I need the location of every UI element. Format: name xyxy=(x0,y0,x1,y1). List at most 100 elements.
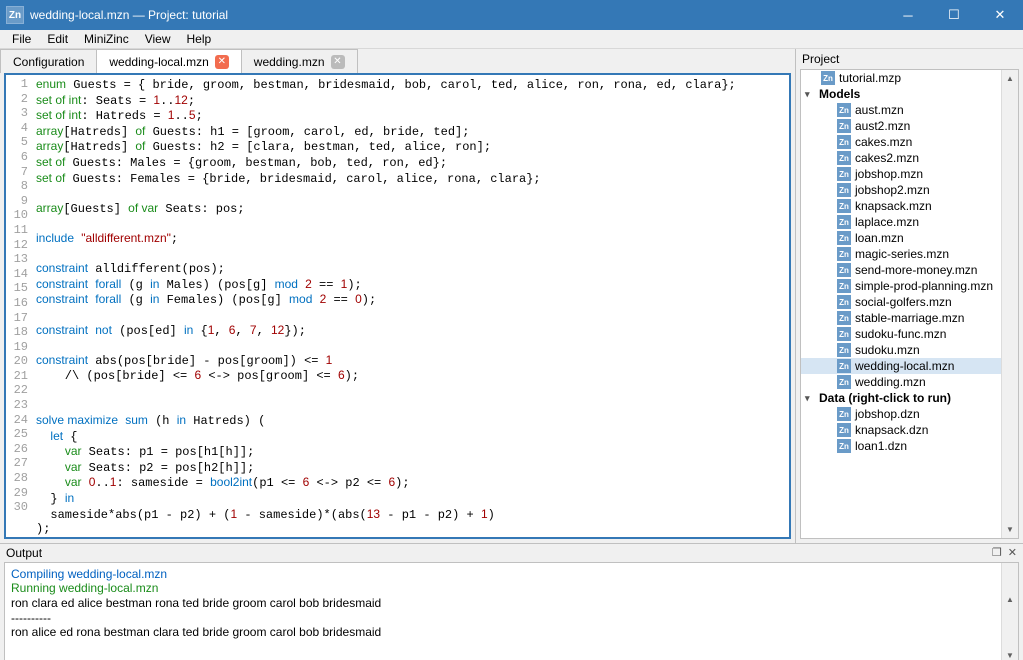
close-button[interactable]: ✕ xyxy=(977,0,1023,30)
file-icon: Zn xyxy=(837,311,851,325)
menu-minizinc[interactable]: MiniZinc xyxy=(76,30,137,48)
tree-item-label: wedding-local.mzn xyxy=(855,359,954,373)
app-icon: Zn xyxy=(6,6,24,24)
tree-item-label: stable-marriage.mzn xyxy=(855,311,964,325)
tree-item-aust2-mzn[interactable]: Znaust2.mzn xyxy=(801,118,1018,134)
tab-close-icon[interactable]: ✕ xyxy=(215,55,229,69)
project-tree[interactable]: Zn tutorial.mzp ▾ Models Zn aust.mznZnaust2.m… xyxy=(800,69,1019,539)
file-icon: Zn xyxy=(837,103,851,117)
tree-item-knapsack-mzn[interactable]: Zn knapsack.mzn xyxy=(801,198,1018,214)
tree-item-sudoku-func-mzn[interactable]: Zn sudoku-func.mzn xyxy=(801,326,1018,342)
tree-item-sudoku-mzn[interactable]: Znsudoku.mzn xyxy=(801,342,1018,358)
tree-item-wedding-mzn[interactable]: Znwedding.mzn xyxy=(801,374,1018,390)
tree-item-label: knapsack.dzn xyxy=(855,423,928,437)
file-icon: Zn xyxy=(837,199,851,213)
file-icon: Zn xyxy=(837,215,851,229)
tree-item-label: laplace.mzn xyxy=(855,215,919,229)
tree-item-label: jobshop.mzn xyxy=(855,167,923,181)
tree-item-label: social-golfers.mzn xyxy=(855,295,952,309)
file-icon: Zn xyxy=(837,119,851,133)
file-icon: Zn xyxy=(837,135,851,149)
menu-edit[interactable]: Edit xyxy=(39,30,76,48)
output-undock-icon[interactable]: ❐ xyxy=(992,546,1002,559)
output-close-icon[interactable]: ✕ xyxy=(1008,546,1017,559)
scroll-down-icon[interactable]: ▼ xyxy=(1002,648,1018,660)
project-scrollbar[interactable]: ▲ ▼ xyxy=(1001,70,1018,538)
output-header: Output ❐ ✕ xyxy=(0,544,1023,562)
file-icon: Zn xyxy=(837,151,851,165)
output-running: Running wedding-local.mzn xyxy=(11,581,158,595)
file-icon: Zn xyxy=(837,423,851,437)
editor-tabstrip: Configurationwedding-local.mzn✕wedding.m… xyxy=(0,49,795,73)
tree-item-jobshop-dzn[interactable]: Znjobshop.dzn xyxy=(801,406,1018,422)
scroll-down-icon[interactable]: ▼ xyxy=(1002,521,1018,538)
tree-item-magic-series-mzn[interactable]: Zn magic-series.mzn xyxy=(801,246,1018,262)
file-icon: Zn xyxy=(837,263,851,277)
tree-item-wedding-local-mzn[interactable]: Zn wedding-local.mzn xyxy=(801,358,1018,374)
tree-item-label: Models xyxy=(819,87,860,101)
tree-item-label: tutorial.mzp xyxy=(839,71,901,85)
output-area[interactable]: Compiling wedding-local.mzn Running wedd… xyxy=(4,562,1019,660)
output-title: Output xyxy=(6,546,42,560)
tab-label: wedding.mzn xyxy=(254,55,325,69)
tree-item-label: sudoku-func.mzn xyxy=(855,327,946,341)
code-editor[interactable]: 1 2 3 4 5 6 7 8 9 10 11 12 13 14 15 16 1… xyxy=(4,73,791,539)
tree-item-label: loan.mzn xyxy=(855,231,904,245)
tree-item-social-golfers-mzn[interactable]: Zn social-golfers.mzn xyxy=(801,294,1018,310)
tab-close-icon[interactable]: ✕ xyxy=(331,55,345,69)
tab-wedding-mzn[interactable]: wedding.mzn ✕ xyxy=(241,49,358,73)
file-icon: Zn xyxy=(821,71,835,85)
tree-item-label: magic-series.mzn xyxy=(855,247,949,261)
tab-label: Configuration xyxy=(13,55,84,69)
output-scrollbar[interactable]: ▲ ▼ xyxy=(1001,563,1018,660)
tree-item-label: jobshop2.mzn xyxy=(855,183,930,197)
menu-bar: FileEditMiniZincViewHelp xyxy=(0,30,1023,49)
tree-item-aust-mzn[interactable]: Zn aust.mzn xyxy=(801,102,1018,118)
tab-configuration[interactable]: Configuration xyxy=(0,49,97,73)
tree-data-header[interactable]: ▾Data (right-click to run) xyxy=(801,390,1018,406)
tree-item-cakes-mzn[interactable]: Zncakes.mzn xyxy=(801,134,1018,150)
tree-item-send-more-money-mzn[interactable]: Zn send-more-money.mzn xyxy=(801,262,1018,278)
menu-view[interactable]: View xyxy=(137,30,179,48)
file-icon: Zn xyxy=(837,231,851,245)
tree-item-label: cakes2.mzn xyxy=(855,151,919,165)
expand-icon[interactable]: ▾ xyxy=(805,89,815,100)
file-icon: Zn xyxy=(837,439,851,453)
tree-item-jobshop-mzn[interactable]: Zn jobshop.mzn xyxy=(801,166,1018,182)
code-area[interactable]: enum Guests = { bride, groom, bestman, b… xyxy=(32,75,789,537)
file-icon: Zn xyxy=(837,359,851,373)
file-icon: Zn xyxy=(837,279,851,293)
tree-item-label: simple-prod-planning.mzn xyxy=(855,279,993,293)
window-title: wedding-local.mzn — Project: tutorial xyxy=(30,8,885,22)
tree-item-loan1-dzn[interactable]: Zn loan1.dzn xyxy=(801,438,1018,454)
title-bar: Zn wedding-local.mzn — Project: tutorial… xyxy=(0,0,1023,30)
expand-icon[interactable]: ▾ xyxy=(805,393,815,404)
file-icon: Zn xyxy=(837,167,851,181)
tree-item-label: loan1.dzn xyxy=(855,439,907,453)
tree-item-label: send-more-money.mzn xyxy=(855,263,977,277)
file-icon: Zn xyxy=(837,327,851,341)
tree-item-stable-marriage-mzn[interactable]: Zn stable-marriage.mzn xyxy=(801,310,1018,326)
menu-help[interactable]: Help xyxy=(179,30,220,48)
scroll-up-icon[interactable]: ▲ xyxy=(1002,592,1018,609)
minimize-button[interactable]: ─ xyxy=(885,0,931,30)
line-gutter: 1 2 3 4 5 6 7 8 9 10 11 12 13 14 15 16 1… xyxy=(6,75,32,537)
tree-item-knapsack-dzn[interactable]: Zn knapsack.dzn xyxy=(801,422,1018,438)
file-icon: Zn xyxy=(837,247,851,261)
tree-item-laplace-mzn[interactable]: Zn laplace.mzn xyxy=(801,214,1018,230)
menu-file[interactable]: File xyxy=(4,30,39,48)
tree-item-label: aust.mzn xyxy=(855,103,904,117)
tree-item-simple-prod-planning-mzn[interactable]: Zn simple-prod-planning.mzn xyxy=(801,278,1018,294)
file-icon: Zn xyxy=(837,183,851,197)
tree-item-cakes2-mzn[interactable]: Zn cakes2.mzn xyxy=(801,150,1018,166)
tab-wedding-local-mzn[interactable]: wedding-local.mzn✕ xyxy=(96,49,241,73)
tree-item-label: jobshop.dzn xyxy=(855,407,920,421)
tree-item-jobshop2-mzn[interactable]: Zn jobshop2.mzn xyxy=(801,182,1018,198)
tree-item-label: knapsack.mzn xyxy=(855,199,932,213)
scroll-up-icon[interactable]: ▲ xyxy=(1002,70,1018,87)
tree-item-loan-mzn[interactable]: Zn loan.mzn xyxy=(801,230,1018,246)
tree-root[interactable]: Zn tutorial.mzp xyxy=(801,70,1018,86)
tree-models-header[interactable]: ▾ Models xyxy=(801,86,1018,102)
file-icon: Zn xyxy=(837,295,851,309)
maximize-button[interactable]: ☐ xyxy=(931,0,977,30)
